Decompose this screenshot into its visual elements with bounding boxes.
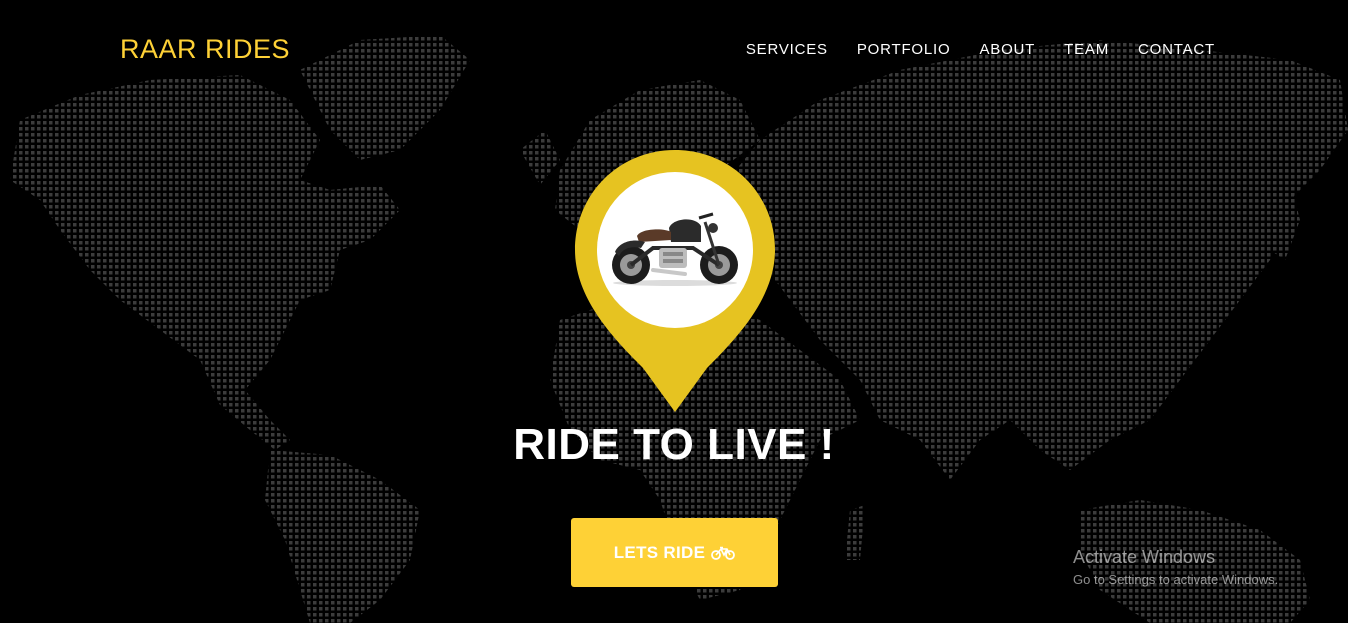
bicycle-icon: [711, 546, 736, 560]
watermark-title: Activate Windows: [1073, 547, 1216, 567]
brand-logo[interactable]: RAAR RIDES: [120, 34, 290, 65]
cta-label: LETS RIDE: [613, 542, 706, 562]
nav-link-about[interactable]: ABOUT: [979, 41, 1035, 58]
location-pin-icon: [575, 150, 775, 412]
nav-link-contact[interactable]: CONTACT: [1138, 41, 1215, 58]
navbar: RAAR RIDES SERVICES PORTFOLIO ABOUT TEAM…: [0, 0, 1348, 100]
nav-link-services[interactable]: SERVICES: [746, 41, 828, 58]
watermark-subtitle: Go to Settings to activate Windows.: [1073, 572, 1279, 587]
hero-heading: RIDE TO LIVE !: [513, 420, 835, 469]
activate-windows-watermark: Activate Windows Go to Settings to activ…: [1073, 547, 1278, 587]
lets-ride-button[interactable]: LETS RIDE: [571, 518, 778, 587]
nav-menu: SERVICES PORTFOLIO ABOUT TEAM CONTACT: [746, 41, 1215, 58]
nav-link-portfolio[interactable]: PORTFOLIO: [857, 41, 951, 58]
nav-link-team[interactable]: TEAM: [1064, 41, 1109, 58]
